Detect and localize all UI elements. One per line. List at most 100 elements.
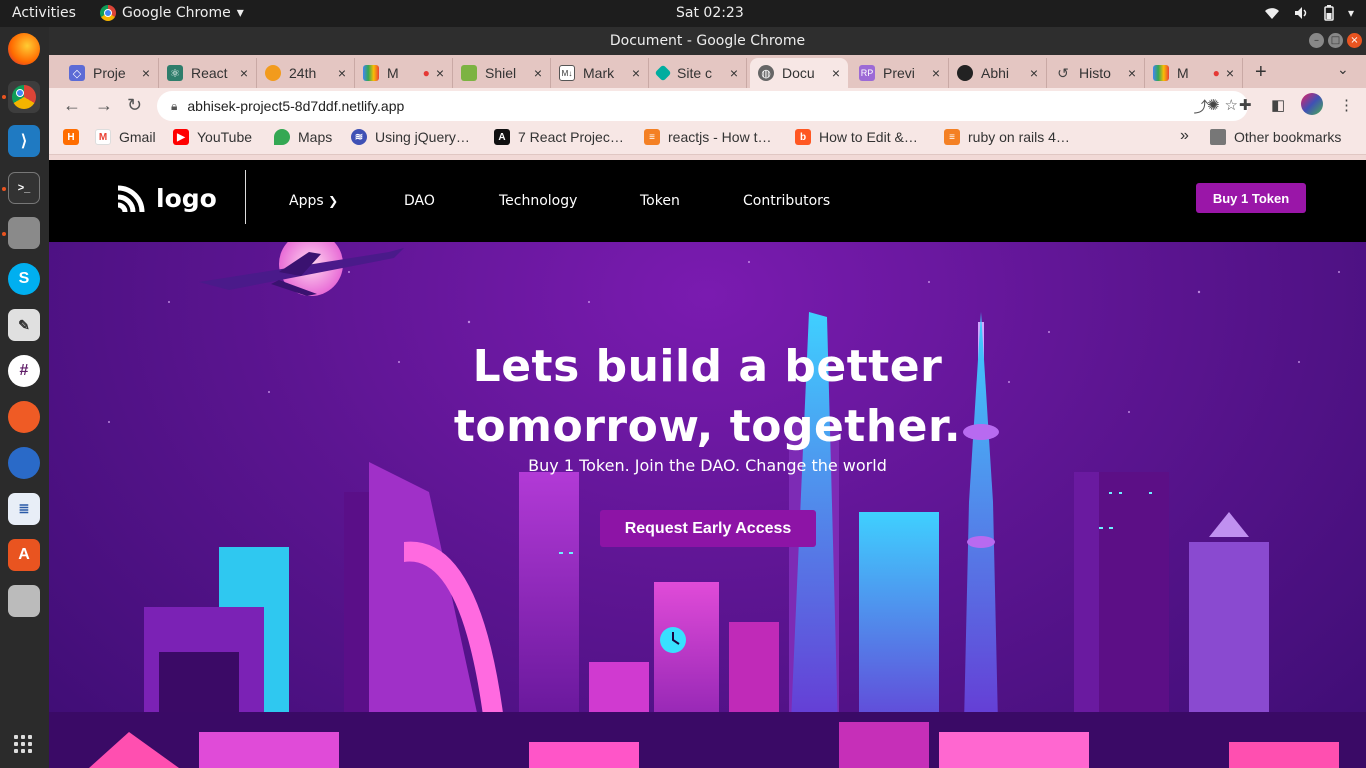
dock: ⟩ >_ S ✎ # ≣ A (0, 27, 49, 768)
tab-close-icon[interactable]: × (1226, 65, 1234, 81)
bookmark-jquery[interactable]: ≋ Using jQuery… (351, 129, 470, 145)
bookmark-ruby-on-rails[interactable]: ≡ ruby on rails 4… (944, 129, 1070, 145)
window-title: Document - Google Chrome (609, 33, 806, 49)
extensions-puzzle-icon[interactable]: ✚ (1239, 96, 1252, 114)
tab-10[interactable]: Abhi × (949, 58, 1047, 88)
software-store-icon[interactable]: A (8, 539, 40, 571)
text-editor-icon[interactable]: ✎ (8, 309, 40, 341)
nav-dao[interactable]: DAO (404, 193, 435, 209)
tab-close-icon[interactable]: × (436, 65, 444, 81)
tab-search-chevron-icon[interactable]: ⌄ (1337, 61, 1349, 78)
tab-close-icon[interactable]: × (240, 65, 248, 81)
profile-avatar[interactable] (1301, 93, 1323, 115)
url-text[interactable]: abhisek-project5-8d7ddf.netlify.app (187, 98, 404, 114)
bookmark-gmail[interactable]: M Gmail (95, 129, 156, 145)
tab-3[interactable]: 24th × (257, 58, 355, 88)
other-bookmarks[interactable]: Other bookmarks (1210, 129, 1341, 145)
tab-6[interactable]: M↓ Mark × (551, 58, 649, 88)
tab-8-active[interactable]: ◍ Docu × (750, 58, 848, 88)
files-icon[interactable] (8, 217, 40, 249)
bookmark-label: Using jQuery… (375, 129, 470, 145)
chrome-menu-icon[interactable]: ⋮ (1339, 96, 1354, 114)
reload-icon[interactable]: ↻ (127, 95, 142, 116)
nav-apps[interactable]: Apps ❯ (289, 193, 338, 209)
nav-divider (245, 170, 246, 224)
tab-7[interactable]: Site c × (649, 58, 747, 88)
bookmark-reactjs-so[interactable]: ≡ reactjs - How t… (644, 129, 771, 145)
tab-2[interactable]: ⚛ React × (159, 58, 257, 88)
tab-close-icon[interactable]: × (932, 65, 940, 81)
tab-close-icon[interactable]: × (1128, 65, 1136, 81)
tab-11[interactable]: ↺ Histo × (1047, 58, 1145, 88)
slack-icon[interactable]: # (8, 355, 40, 387)
bookmark-label: Gmail (119, 129, 156, 145)
youtube-icon: ▶ (173, 129, 189, 145)
app-menu[interactable]: Google Chrome ▾ (100, 5, 244, 21)
chrome-dock-icon[interactable] (8, 81, 40, 113)
site-logo[interactable]: logo (116, 182, 217, 214)
address-bar[interactable]: 🔒︎ abhisek-project5-8d7ddf.netlify.app ⤴… (157, 91, 1248, 121)
tab-9[interactable]: RP Previ × (851, 58, 949, 88)
writer-icon[interactable]: ≣ (8, 493, 40, 525)
tab-label: React (191, 65, 228, 81)
netlify-icon (654, 64, 672, 82)
tab-5[interactable]: Shiel × (453, 58, 551, 88)
minimize-icon[interactable]: – (1309, 33, 1324, 48)
vscode-icon[interactable]: ⟩ (8, 125, 40, 157)
clock[interactable]: Sat 02:23 (676, 5, 744, 21)
bookmark-react-projects[interactable]: A 7 React Projec… (494, 129, 624, 145)
running-indicator (2, 232, 6, 236)
other-bookmarks-label: Other bookmarks (1234, 129, 1342, 145)
tab-close-icon[interactable]: × (142, 65, 150, 81)
nav-technology[interactable]: Technology (499, 193, 577, 209)
folder-icon (1210, 129, 1226, 145)
thunderbird-icon[interactable] (8, 447, 40, 479)
city-skyline-illustration (49, 242, 1366, 768)
tab-close-icon[interactable]: × (832, 65, 840, 81)
extension-bug-icon[interactable]: ✺ (1207, 96, 1220, 114)
bookmark-label: YouTube (197, 129, 253, 145)
firefox-icon[interactable] (8, 33, 40, 65)
tab-1[interactable]: ◇ Proje × (61, 58, 159, 88)
window-titlebar[interactable]: Document - Google Chrome – □ × (49, 27, 1366, 55)
tab-close-icon[interactable]: × (632, 65, 640, 81)
bookmark-star-icon[interactable]: ☆ (1225, 96, 1238, 117)
forward-icon[interactable]: → (95, 95, 113, 116)
tab-close-icon[interactable]: × (730, 65, 738, 81)
skype-icon[interactable]: S (8, 263, 40, 295)
nav-token[interactable]: Token (640, 193, 680, 209)
request-early-access-button[interactable]: Request Early Access (600, 510, 816, 547)
terminal-icon[interactable]: >_ (8, 172, 40, 204)
tab-close-icon[interactable]: × (338, 65, 346, 81)
system-top-bar: Activities Google Chrome ▾ Sat 02:23 ▾ (0, 0, 1366, 27)
system-tray[interactable]: ▾ (1264, 5, 1354, 21)
tab-favicon-icon (1153, 65, 1169, 81)
close-window-icon[interactable]: × (1347, 33, 1362, 48)
wifi-icon (1264, 8, 1279, 19)
nav-apps-label: Apps (289, 193, 324, 209)
maximize-icon[interactable]: □ (1328, 33, 1343, 48)
activities-button[interactable]: Activities (12, 5, 76, 21)
side-panel-icon[interactable]: ◧ (1271, 96, 1285, 114)
new-tab-icon[interactable]: + (1255, 61, 1267, 84)
image-viewer-icon[interactable] (8, 585, 40, 617)
apps-icon: H (63, 129, 79, 145)
web-page: logo Apps ❯ DAO Technology Token Contrib… (49, 160, 1366, 768)
bookmark-how-to-edit[interactable]: b How to Edit &… (795, 129, 918, 145)
tab-12[interactable]: M ● × (1145, 58, 1243, 88)
stackoverflow-icon: ≡ (944, 129, 960, 145)
bookmark-youtube[interactable]: ▶ YouTube (173, 129, 252, 145)
bookmark-maps[interactable]: Maps (274, 129, 332, 145)
tab-close-icon[interactable]: × (1030, 65, 1038, 81)
browser-toolbar: ← → ↻ 🔒︎ abhisek-project5-8d7ddf.netlify… (49, 88, 1366, 123)
tab-4[interactable]: M ● × (355, 58, 453, 88)
apps-shortcut-icon[interactable]: H (63, 129, 87, 145)
bookmarks-overflow-icon[interactable]: » (1180, 127, 1189, 145)
tab-close-icon[interactable]: × (534, 65, 542, 81)
nav-contributors[interactable]: Contributors (743, 193, 830, 209)
postman-icon[interactable] (8, 401, 40, 433)
back-icon[interactable]: ← (63, 95, 81, 116)
gmail-icon: M (95, 129, 111, 145)
buy-token-button[interactable]: Buy 1 Token (1196, 183, 1306, 213)
show-apps-icon[interactable] (14, 735, 32, 753)
